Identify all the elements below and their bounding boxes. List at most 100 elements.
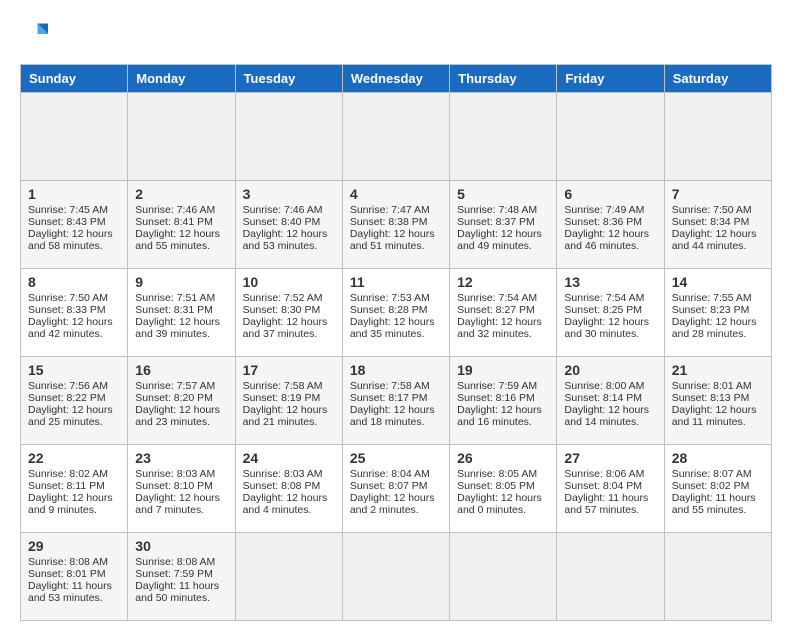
daylight: Daylight: 11 hours and 53 minutes. (28, 580, 112, 604)
daylight: Daylight: 12 hours and 32 minutes. (457, 316, 542, 340)
sunset: Sunset: 8:22 PM (28, 392, 106, 404)
day-number: 9 (135, 274, 227, 290)
logo-icon (20, 20, 48, 48)
sunrise: Sunrise: 8:03 AM (243, 468, 323, 480)
sunset: Sunset: 8:02 PM (672, 480, 750, 492)
calendar-week-2: 8Sunrise: 7:50 AMSunset: 8:33 PMDaylight… (21, 269, 772, 357)
header-cell-thursday: Thursday (450, 65, 557, 93)
calendar-cell (557, 533, 664, 621)
sunset: Sunset: 8:31 PM (135, 304, 213, 316)
sunrise: Sunrise: 8:07 AM (672, 468, 752, 480)
daylight: Daylight: 12 hours and 46 minutes. (564, 228, 649, 252)
calendar-cell: 2Sunrise: 7:46 AMSunset: 8:41 PMDaylight… (128, 181, 235, 269)
calendar-cell: 6Sunrise: 7:49 AMSunset: 8:36 PMDaylight… (557, 181, 664, 269)
day-number: 2 (135, 186, 227, 202)
calendar-cell (21, 93, 128, 181)
calendar-cell (557, 93, 664, 181)
calendar-cell: 19Sunrise: 7:59 AMSunset: 8:16 PMDayligh… (450, 357, 557, 445)
calendar-cell: 15Sunrise: 7:56 AMSunset: 8:22 PMDayligh… (21, 357, 128, 445)
calendar-cell (128, 93, 235, 181)
calendar-cell: 11Sunrise: 7:53 AMSunset: 8:28 PMDayligh… (342, 269, 449, 357)
sunset: Sunset: 8:25 PM (564, 304, 642, 316)
daylight: Daylight: 12 hours and 4 minutes. (243, 492, 328, 516)
daylight: Daylight: 12 hours and 39 minutes. (135, 316, 220, 340)
sunrise: Sunrise: 7:47 AM (350, 204, 430, 216)
day-number: 8 (28, 274, 120, 290)
sunrise: Sunrise: 8:08 AM (135, 556, 215, 568)
daylight: Daylight: 12 hours and 55 minutes. (135, 228, 220, 252)
day-number: 13 (564, 274, 656, 290)
calendar-cell: 3Sunrise: 7:46 AMSunset: 8:40 PMDaylight… (235, 181, 342, 269)
day-number: 11 (350, 274, 442, 290)
day-number: 22 (28, 450, 120, 466)
calendar-table: SundayMondayTuesdayWednesdayThursdayFrid… (20, 64, 772, 621)
sunrise: Sunrise: 7:49 AM (564, 204, 644, 216)
sunset: Sunset: 8:40 PM (243, 216, 321, 228)
sunrise: Sunrise: 7:46 AM (243, 204, 323, 216)
sunrise: Sunrise: 7:52 AM (243, 292, 323, 304)
daylight: Daylight: 12 hours and 44 minutes. (672, 228, 757, 252)
sunrise: Sunrise: 7:53 AM (350, 292, 430, 304)
daylight: Daylight: 12 hours and 11 minutes. (672, 404, 757, 428)
sunrise: Sunrise: 7:54 AM (457, 292, 537, 304)
calendar-body: 1Sunrise: 7:45 AMSunset: 8:43 PMDaylight… (21, 93, 772, 621)
sunset: Sunset: 8:11 PM (28, 480, 105, 492)
sunrise: Sunrise: 7:51 AM (135, 292, 215, 304)
sunrise: Sunrise: 8:02 AM (28, 468, 108, 480)
sunrise: Sunrise: 7:50 AM (28, 292, 108, 304)
daylight: Daylight: 12 hours and 28 minutes. (672, 316, 757, 340)
day-number: 10 (243, 274, 335, 290)
sunset: Sunset: 8:28 PM (350, 304, 428, 316)
daylight: Daylight: 12 hours and 58 minutes. (28, 228, 113, 252)
day-number: 25 (350, 450, 442, 466)
day-number: 21 (672, 362, 764, 378)
calendar-cell: 1Sunrise: 7:45 AMSunset: 8:43 PMDaylight… (21, 181, 128, 269)
sunset: Sunset: 8:43 PM (28, 216, 106, 228)
calendar-week-4: 22 Sunrise: 8:02 AMSunset: 8:11 PM Dayligh… (21, 445, 772, 533)
sunrise: Sunrise: 8:00 AM (564, 380, 644, 392)
sunset: Sunset: 8:27 PM (457, 304, 535, 316)
day-number: 15 (28, 362, 120, 378)
day-number: 5 (457, 186, 549, 202)
page-header (20, 20, 772, 48)
calendar-cell (664, 93, 771, 181)
sunset: Sunset: 8:14 PM (564, 392, 642, 404)
calendar-cell: 10Sunrise: 7:52 AMSunset: 8:30 PMDayligh… (235, 269, 342, 357)
sunrise: Sunrise: 7:48 AM (457, 204, 537, 216)
daylight: Daylight: 12 hours and 30 minutes. (564, 316, 649, 340)
day-number: 14 (672, 274, 764, 290)
calendar-cell: 20Sunrise: 8:00 AMSunset: 8:14 PMDayligh… (557, 357, 664, 445)
sunset: Sunset: 8:38 PM (350, 216, 428, 228)
daylight: Daylight: 11 hours and 55 minutes. (672, 492, 756, 516)
sunset: Sunset: 7:59 PM (135, 568, 213, 580)
calendar-cell: 18Sunrise: 7:58 AMSunset: 8:17 PMDayligh… (342, 357, 449, 445)
calendar-cell: 27Sunrise: 8:06 AMSunset: 8:04 PMDayligh… (557, 445, 664, 533)
daylight: Daylight: 12 hours and 7 minutes. (135, 492, 220, 516)
daylight: Daylight: 11 hours and 50 minutes. (135, 580, 219, 604)
sunrise: Sunrise: 8:03 AM (135, 468, 215, 480)
sunset: Sunset: 8:13 PM (672, 392, 750, 404)
header-cell-saturday: Saturday (664, 65, 771, 93)
daylight: Daylight: 12 hours and 23 minutes. (135, 404, 220, 428)
calendar-cell (235, 93, 342, 181)
calendar-cell: 13 Sunrise: 7:54 AMSunset: 8:25 PMDayligh… (557, 269, 664, 357)
sunrise: Sunrise: 7:54 AM (564, 292, 644, 304)
sunrise: Sunrise: 7:56 AM (28, 380, 108, 392)
calendar-cell: 14Sunrise: 7:55 AMSunset: 8:23 PMDayligh… (664, 269, 771, 357)
day-number: 24 (243, 450, 335, 466)
sunset: Sunset: 8:16 PM (457, 392, 535, 404)
calendar-cell: 25Sunrise: 8:04 AMSunset: 8:07 PMDayligh… (342, 445, 449, 533)
sunrise: Sunrise: 7:58 AM (243, 380, 323, 392)
header-cell-wednesday: Wednesday (342, 65, 449, 93)
calendar-cell: 16Sunrise: 7:57 AMSunset: 8:20 PMDayligh… (128, 357, 235, 445)
sunset: Sunset: 8:08 PM (243, 480, 321, 492)
day-number: 12 (457, 274, 549, 290)
calendar-cell: 5Sunrise: 7:48 AMSunset: 8:37 PMDaylight… (450, 181, 557, 269)
day-number: 29 (28, 538, 120, 554)
daylight: Daylight: 12 hours and 53 minutes. (243, 228, 328, 252)
sunset: Sunset: 8:37 PM (457, 216, 535, 228)
calendar-week-5: 29Sunrise: 8:08 AMSunset: 8:01 PMDayligh… (21, 533, 772, 621)
sunrise: Sunrise: 8:01 AM (672, 380, 752, 392)
sunset: Sunset: 8:36 PM (564, 216, 642, 228)
daylight: Daylight: 12 hours and 14 minutes. (564, 404, 649, 428)
